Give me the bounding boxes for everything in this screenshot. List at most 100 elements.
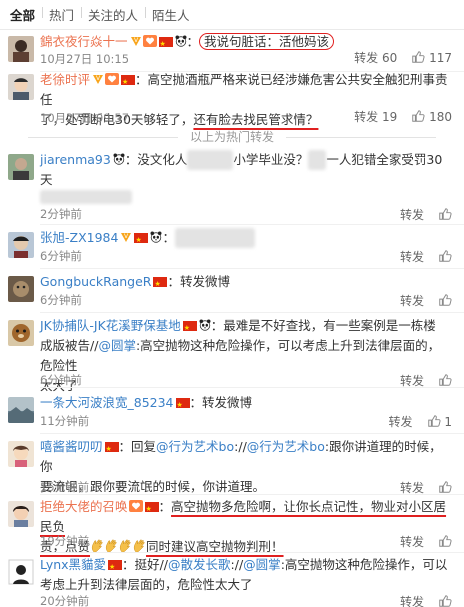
- avatar[interactable]: [8, 559, 34, 585]
- comment-actions: 转发 1: [389, 413, 452, 430]
- like-count: 180: [429, 110, 452, 124]
- clap-icon: [91, 539, 104, 553]
- comment-item: GongbuckRangeR：转发微博 6分钟前 转发: [0, 272, 464, 312]
- like-button[interactable]: [438, 207, 452, 222]
- highlighted-text: 还有脸去找民管求情？: [193, 112, 319, 127]
- username[interactable]: 一条大河波浪宽_85234: [40, 395, 174, 410]
- tab-all[interactable]: 全部: [10, 5, 42, 24]
- comment-actions: 转发: [400, 533, 452, 550]
- thumb-up-icon: [438, 249, 452, 263]
- comment-item: 錦衣夜行焱十一：我说句脏话：活他妈该 10月27日 10:15 转发 60 11…: [0, 32, 464, 70]
- comment-actions: 转发: [400, 206, 452, 223]
- mention-link[interactable]: @散发长歌: [168, 557, 231, 572]
- timestamp: 11分钟前: [40, 414, 90, 428]
- thumb-up-icon: [411, 50, 425, 64]
- divider-line: [40, 224, 464, 225]
- panda-icon: [113, 153, 125, 165]
- china-flag-icon: [175, 395, 190, 415]
- mention-link[interactable]: @圆掌: [243, 557, 281, 572]
- tab-strangers[interactable]: 陌生人: [145, 5, 197, 24]
- thumb-up-icon: [427, 414, 441, 428]
- thumb-up-icon: [438, 480, 452, 494]
- username[interactable]: 张旭-ZX1984: [40, 230, 118, 245]
- avatar[interactable]: [8, 320, 34, 346]
- hot-reposts-divider: 以上为热门转发: [0, 128, 464, 148]
- timestamp: 10月27日 09:57: [40, 111, 130, 125]
- comment-actions: 转发: [400, 248, 452, 265]
- redacted-text: [174, 228, 255, 248]
- comment-item: Lynx黑貓愛：挺好//@散发长歌://@圆掌:高空抛物这种危险操作，可以 考虑…: [0, 555, 464, 607]
- redacted-text: [40, 190, 132, 204]
- china-flag-icon: [158, 34, 173, 54]
- username[interactable]: JK协捕队-JK花溪野保基地: [40, 318, 181, 333]
- thumb-up-icon: [438, 594, 452, 607]
- repost-button[interactable]: 转发: [400, 533, 424, 550]
- like-button[interactable]: 1: [427, 414, 452, 429]
- like-button[interactable]: [438, 293, 452, 308]
- repost-button[interactable]: 转发: [389, 413, 413, 430]
- thumb-up-icon: [411, 109, 425, 123]
- username[interactable]: 嘻酱酱叨叨: [40, 439, 103, 454]
- tab-following[interactable]: 关注的人: [81, 5, 145, 24]
- like-count: 1: [444, 415, 452, 429]
- mention-link[interactable]: @圆掌: [98, 338, 136, 353]
- china-flag-icon: [104, 439, 119, 459]
- thumb-up-icon: [438, 207, 452, 221]
- avatar[interactable]: [8, 501, 34, 527]
- comment-text: 挺好//: [134, 557, 168, 572]
- comment-actions: 转发 60 117: [354, 49, 452, 66]
- repost-button[interactable]: 转发: [400, 206, 424, 223]
- like-button[interactable]: 117: [411, 50, 452, 65]
- like-button[interactable]: [438, 480, 452, 495]
- username[interactable]: GongbuckRangeR: [40, 274, 151, 289]
- comment-text: 转发微博: [202, 395, 253, 410]
- divider-line: [40, 433, 464, 434]
- username[interactable]: 拒绝大佬的召唤: [40, 499, 128, 514]
- thumb-up-icon: [438, 373, 452, 387]
- mention-link[interactable]: @行为艺术bo: [247, 439, 325, 454]
- repost-button[interactable]: 转发: [400, 292, 424, 309]
- like-button[interactable]: [438, 249, 452, 264]
- avatar[interactable]: [8, 154, 34, 180]
- clap-icon: [105, 539, 118, 553]
- comment-item: 嘻酱酱叨叨：回复@行为艺术bo://@行为艺术bo:跟你讲道理的时候，你 要流氓…: [0, 437, 464, 497]
- like-button[interactable]: 180: [411, 109, 452, 124]
- china-flag-icon: [153, 274, 168, 294]
- username[interactable]: 老徐时评: [40, 72, 90, 87]
- avatar[interactable]: [8, 397, 34, 423]
- mention-link[interactable]: @行为艺术bo: [156, 439, 234, 454]
- avatar[interactable]: [8, 74, 34, 100]
- vip-badge-icon: [130, 35, 142, 47]
- avatar[interactable]: [8, 441, 34, 467]
- username[interactable]: 錦衣夜行焱十一: [40, 34, 128, 49]
- comment-item: jiarenma93 ：没文化人 小学毕业没？ 一人犯错全家受罚30天 2分钟前 …: [0, 150, 464, 223]
- fan-badge-icon: [129, 500, 143, 512]
- repost-button[interactable]: 转发 19: [354, 108, 397, 125]
- tab-hot[interactable]: 热门: [42, 5, 81, 24]
- avatar[interactable]: [8, 232, 34, 258]
- like-button[interactable]: [438, 594, 452, 607]
- thumb-up-icon: [438, 293, 452, 307]
- clap-icon: [133, 539, 146, 553]
- comment-item: JK协捕队-JK花溪野保基地：最难是不好查找，有一些案例是一栋楼 成版被告//@…: [0, 316, 464, 393]
- thumb-up-icon: [438, 534, 452, 548]
- divider-line: [40, 552, 464, 553]
- timestamp: 2分钟前: [40, 207, 82, 221]
- comment-text: 转发微博: [179, 274, 230, 289]
- comment-text: 回复: [131, 439, 157, 454]
- china-flag-icon: [108, 557, 123, 577]
- timestamp: 19分钟前: [40, 534, 90, 548]
- repost-button[interactable]: 转发: [400, 248, 424, 265]
- timestamp: 20分钟前: [40, 594, 90, 607]
- like-button[interactable]: [438, 373, 452, 388]
- avatar[interactable]: [8, 276, 34, 302]
- avatar[interactable]: [8, 36, 34, 62]
- repost-button[interactable]: 转发: [400, 593, 424, 607]
- repost-button[interactable]: 转发 60: [354, 49, 397, 66]
- username[interactable]: jiarenma93: [40, 152, 111, 167]
- comment-item: 一条大河波浪宽_85234：转发微博 11分钟前 转发 1: [0, 393, 464, 433]
- username[interactable]: Lynx黑貓愛: [40, 557, 106, 572]
- fan-badge-icon: [143, 35, 157, 47]
- like-button[interactable]: [438, 534, 452, 549]
- timestamp: 6分钟前: [40, 249, 82, 263]
